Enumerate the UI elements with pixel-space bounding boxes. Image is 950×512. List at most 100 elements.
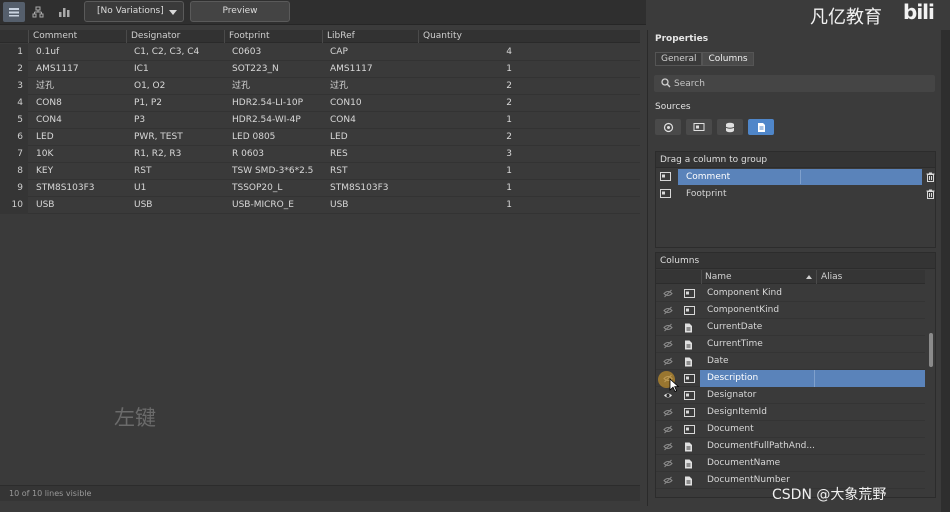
sources-label: Sources xyxy=(655,102,691,112)
component-source-icon xyxy=(663,122,673,132)
hidden-eye-icon[interactable] xyxy=(663,323,673,332)
brand-watermark: 凡亿教育 xyxy=(810,7,882,28)
hidden-eye-icon[interactable] xyxy=(663,357,673,366)
header-footprint[interactable]: Footprint xyxy=(224,30,322,43)
column-alias[interactable] xyxy=(814,319,925,336)
cell-libref: USB xyxy=(330,200,349,210)
table-row[interactable]: 1 0.1uf C1, C2, C3, C4 C0603 CAP 4 xyxy=(0,44,640,61)
column-alias[interactable] xyxy=(814,285,925,302)
column-alias[interactable] xyxy=(814,404,925,421)
document-icon xyxy=(685,459,692,469)
trash-icon[interactable] xyxy=(926,172,935,182)
column-alias-header[interactable]: Alias xyxy=(816,270,842,284)
column-name: DocumentName xyxy=(707,458,781,468)
preview-button[interactable]: Preview xyxy=(190,1,290,22)
search-input[interactable] xyxy=(674,75,924,92)
column-row[interactable]: DesignItemId xyxy=(656,404,925,421)
panel-tabs: General Columns xyxy=(655,52,754,66)
document-icon xyxy=(685,323,692,333)
hidden-eye-icon[interactable] xyxy=(663,459,673,468)
database-source-icon xyxy=(725,122,735,132)
hidden-eye-icon[interactable] xyxy=(663,408,673,417)
table-row[interactable]: 5 CON4 P3 HDR2.54-WI-4P CON4 1 xyxy=(0,112,640,129)
hidden-eye-icon[interactable] xyxy=(663,425,673,434)
variations-dropdown[interactable]: [No Variations] xyxy=(84,1,184,22)
sort-asc-icon xyxy=(806,275,812,279)
tab-columns[interactable]: Columns xyxy=(702,52,754,66)
table-row[interactable]: 9 STM8S103F3 U1 TSSOP20_L STM8S103F3 1 xyxy=(0,180,640,197)
column-alias[interactable] xyxy=(814,353,925,370)
trash-icon[interactable] xyxy=(926,189,935,199)
group-by-box[interactable]: Drag a column to group Comment Footprint xyxy=(655,151,936,248)
search-box[interactable] xyxy=(654,75,935,92)
column-row[interactable]: DocumentFullPathAnd... xyxy=(656,438,925,455)
hidden-eye-icon[interactable] xyxy=(663,306,673,315)
column-alias[interactable] xyxy=(814,302,925,319)
chart-view-button[interactable] xyxy=(53,2,75,22)
columns-table-header: Name Alias xyxy=(656,270,925,284)
cell-libref: CON10 xyxy=(330,98,362,108)
column-row[interactable]: Document xyxy=(656,421,925,438)
column-row[interactable]: Date xyxy=(656,353,925,370)
parameter-icon xyxy=(684,408,695,417)
cell-comment: CON8 xyxy=(36,98,62,108)
cell-libref: STM8S103F3 xyxy=(330,183,389,193)
hidden-eye-icon[interactable] xyxy=(663,442,673,451)
column-row[interactable]: DocumentName xyxy=(656,455,925,472)
columns-scrollbar[interactable] xyxy=(927,285,935,495)
bom-grid: Comment Designator Footprint LibRef Quan… xyxy=(0,30,640,485)
group-item[interactable]: Comment xyxy=(656,169,935,185)
table-row[interactable]: 2 AMS1117 IC1 SOT223_N AMS1117 1 xyxy=(0,61,640,78)
header-quantity[interactable]: Quantity xyxy=(418,30,640,43)
cell-libref: CAP xyxy=(330,47,348,57)
column-alias[interactable] xyxy=(814,370,925,387)
table-row[interactable]: 7 10K R1, R2, R3 R 0603 RES 3 xyxy=(0,146,640,163)
cell-quantity: 2 xyxy=(506,81,512,91)
column-alias[interactable] xyxy=(814,438,925,455)
group-item[interactable]: Footprint xyxy=(656,186,935,202)
header-designator[interactable]: Designator xyxy=(126,30,224,43)
table-row[interactable]: 3 过孔 O1, O2 过孔 过孔 2 xyxy=(0,78,640,95)
parameter-icon xyxy=(660,172,671,181)
grid-header: Comment Designator Footprint LibRef Quan… xyxy=(0,30,640,43)
column-alias[interactable] xyxy=(814,387,925,404)
hidden-eye-icon[interactable] xyxy=(663,340,673,349)
table-row[interactable]: 8 KEY RST TSW SMD-3*6*2.5 RST 1 xyxy=(0,163,640,180)
cell-footprint: C0603 xyxy=(232,47,262,57)
header-comment[interactable]: Comment xyxy=(28,30,126,43)
left-key-caption: 左键 xyxy=(114,406,156,430)
columns-box: Columns Name Alias Component Kind Compone… xyxy=(655,252,936,498)
column-alias[interactable] xyxy=(814,421,925,438)
column-alias[interactable] xyxy=(814,455,925,472)
column-row[interactable]: Description xyxy=(656,370,925,387)
column-row[interactable]: Component Kind xyxy=(656,285,925,302)
header-libref[interactable]: LibRef xyxy=(322,30,418,43)
hidden-eye-icon[interactable] xyxy=(663,476,673,485)
parameter-icon xyxy=(684,306,695,315)
cell-designator: P1, P2 xyxy=(134,98,163,108)
column-row[interactable]: CurrentDate xyxy=(656,319,925,336)
row-number: 9 xyxy=(0,180,28,197)
tab-general[interactable]: General xyxy=(655,52,703,66)
scrollbar-thumb[interactable] xyxy=(929,333,933,367)
row-number: 6 xyxy=(0,129,28,146)
source-database-button[interactable] xyxy=(717,119,743,135)
source-board-button[interactable] xyxy=(686,119,712,135)
cell-designator: P3 xyxy=(134,115,146,125)
column-name-header[interactable]: Name xyxy=(701,270,815,284)
table-row[interactable]: 4 CON8 P1, P2 HDR2.54-LI-10P CON10 2 xyxy=(0,95,640,112)
column-row[interactable]: Designator xyxy=(656,387,925,404)
table-row[interactable]: 10 USB USB USB-MICRO_E USB 1 xyxy=(0,197,640,214)
column-row[interactable]: ComponentKind xyxy=(656,302,925,319)
flat-view-button[interactable] xyxy=(3,2,25,22)
cell-libref: RST xyxy=(330,166,348,176)
hidden-eye-icon[interactable] xyxy=(663,289,673,298)
cell-libref: RES xyxy=(330,149,348,159)
base-view-button[interactable] xyxy=(27,2,49,22)
table-row[interactable]: 6 LED PWR, TEST LED 0805 LED 2 xyxy=(0,129,640,146)
source-document-button[interactable] xyxy=(748,119,774,135)
status-bar: 10 of 10 lines visible xyxy=(0,485,640,501)
column-row[interactable]: CurrentTime xyxy=(656,336,925,353)
source-component-button[interactable] xyxy=(655,119,681,135)
column-alias[interactable] xyxy=(814,336,925,353)
